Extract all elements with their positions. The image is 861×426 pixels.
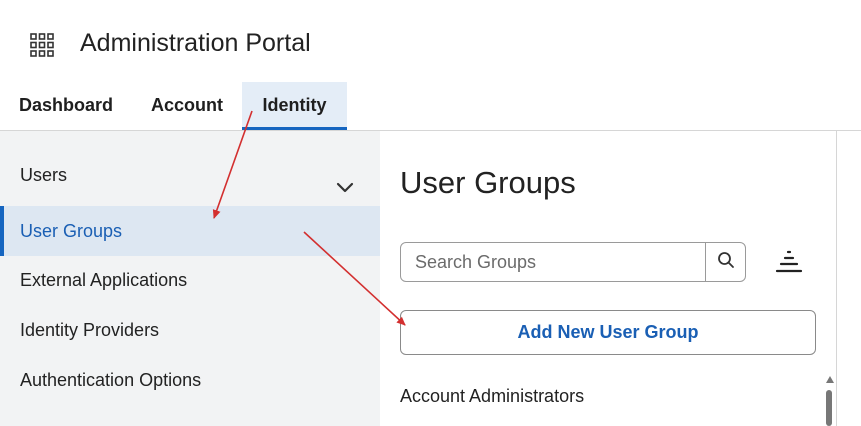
sidebar-item-label: Users bbox=[20, 165, 68, 185]
sidebar-item-label: Identity Providers bbox=[20, 320, 160, 340]
sort-icon[interactable] bbox=[775, 249, 803, 275]
search-icon bbox=[717, 251, 735, 274]
sidebar-item-authentication-options[interactable]: Authentication Options bbox=[0, 355, 380, 405]
sidebar-item-user-groups[interactable]: User Groups bbox=[0, 206, 380, 256]
scroll-thumb[interactable] bbox=[826, 390, 832, 426]
top-tabs: Dashboard Account Identity bbox=[0, 82, 861, 131]
search-button[interactable] bbox=[705, 243, 745, 281]
tab-dashboard[interactable]: Dashboard bbox=[10, 82, 122, 130]
app-header: Administration Portal bbox=[0, 0, 861, 82]
sidebar-item-label: External Applications bbox=[20, 270, 188, 290]
chevron-down-icon[interactable] bbox=[336, 166, 354, 193]
app-title: Administration Portal bbox=[80, 29, 311, 57]
scroll-up-icon[interactable] bbox=[826, 376, 834, 383]
sidebar-item-users[interactable]: Users bbox=[0, 150, 380, 200]
sidebar-item-external-applications[interactable]: External Applications bbox=[0, 255, 380, 305]
scrollbar[interactable] bbox=[824, 376, 836, 426]
content-divider bbox=[836, 131, 837, 426]
page-title: User Groups bbox=[400, 165, 576, 200]
main-content: User Groups Add New User Group Account A… bbox=[380, 131, 836, 426]
sidebar-item-label: User Groups bbox=[20, 221, 123, 241]
search-input[interactable] bbox=[401, 243, 706, 281]
sidebar-item-identity-providers[interactable]: Identity Providers bbox=[0, 305, 380, 355]
apps-grid-icon[interactable] bbox=[30, 33, 54, 57]
sidebar: Users User Groups External Applications … bbox=[0, 131, 380, 426]
list-item[interactable]: Account Administrators bbox=[400, 386, 584, 407]
add-new-user-group-button[interactable]: Add New User Group bbox=[400, 310, 816, 355]
sidebar-item-label: Authentication Options bbox=[20, 370, 202, 390]
tab-account[interactable]: Account bbox=[142, 82, 232, 130]
search-box bbox=[400, 242, 746, 282]
tab-identity[interactable]: Identity bbox=[242, 82, 347, 130]
